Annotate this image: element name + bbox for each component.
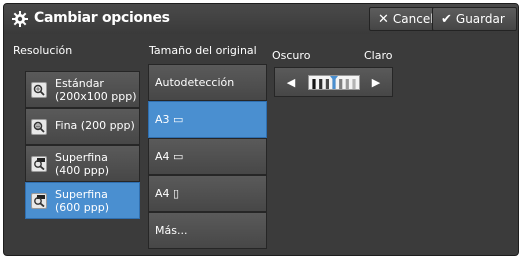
resolution-option-line1: Superfina bbox=[55, 188, 108, 201]
resolution-option-superfine-400[interactable]: Superfina (400 ppp) bbox=[25, 145, 140, 182]
arrow-left-icon: ◀ bbox=[286, 76, 296, 89]
density-lighter-button[interactable]: ▶ bbox=[360, 68, 392, 96]
original-size-option-label: Más... bbox=[155, 224, 188, 237]
dialog-title: Cambiar opciones bbox=[34, 10, 170, 26]
density-level-indicator bbox=[332, 79, 336, 89]
density-step bbox=[325, 79, 329, 89]
resolution-fine-icon bbox=[31, 119, 47, 135]
density-step bbox=[352, 79, 356, 89]
original-size-option-auto[interactable]: Autodetección bbox=[148, 64, 267, 101]
original-size-option-label: A4 ▯ bbox=[155, 187, 180, 200]
save-button[interactable]: ✔ Guardar bbox=[432, 7, 517, 31]
density-control: ◀ ▶ bbox=[274, 67, 393, 97]
density-darker-button[interactable]: ◀ bbox=[275, 68, 307, 96]
density-scale bbox=[308, 75, 360, 90]
change-options-dialog: Cambiar opciones ✕ Cancelar ✔ Guardar Re… bbox=[3, 3, 519, 256]
resolution-option-line1: Estándar bbox=[55, 77, 104, 90]
original-size-option-label: A3 ▭ bbox=[155, 113, 184, 126]
resolution-option-fine[interactable]: Fina (200 ppp) bbox=[25, 108, 140, 145]
resolution-option-line2: (200x100 ppp) bbox=[55, 90, 137, 103]
arrow-right-icon: ▶ bbox=[371, 76, 381, 89]
original-size-option-label: A4 ▭ bbox=[155, 150, 184, 163]
original-size-option-a4-landscape[interactable]: A4 ▭ bbox=[148, 138, 267, 175]
resolution-option-line2: (400 ppp) bbox=[55, 164, 110, 177]
density-light-label: Claro bbox=[364, 49, 393, 62]
resolution-option-line2: (600 ppp) bbox=[55, 201, 110, 214]
original-size-option-more[interactable]: Más... bbox=[148, 212, 267, 249]
density-step bbox=[319, 79, 323, 89]
gear-icon bbox=[12, 11, 28, 27]
density-step bbox=[312, 79, 316, 89]
resolution-standard-icon bbox=[31, 82, 47, 98]
resolution-option-line1: Superfina bbox=[55, 151, 108, 164]
save-label: Guardar bbox=[455, 12, 505, 26]
density-step bbox=[339, 79, 343, 89]
resolution-superfine-600-icon bbox=[31, 193, 47, 209]
density-dark-label: Oscuro bbox=[272, 49, 311, 62]
density-step bbox=[345, 79, 349, 89]
original-size-option-a3[interactable]: A3 ▭ bbox=[148, 101, 267, 138]
original-size-option-a4-portrait[interactable]: A4 ▯ bbox=[148, 175, 267, 212]
resolution-superfine-400-icon bbox=[31, 156, 47, 172]
title-bar: Cambiar opciones ✕ Cancelar ✔ Guardar bbox=[4, 4, 518, 34]
resolution-option-standard[interactable]: Estándar (200x100 ppp) bbox=[25, 71, 140, 108]
close-icon: ✕ bbox=[378, 11, 389, 27]
original-size-option-label: Autodetección bbox=[155, 76, 235, 89]
original-size-heading: Tamaño del original bbox=[149, 44, 257, 57]
checkmark-icon: ✔ bbox=[441, 11, 452, 27]
resolution-option-superfine-600[interactable]: Superfina (600 ppp) bbox=[25, 182, 140, 219]
resolution-heading: Resolución bbox=[13, 44, 73, 57]
resolution-option-line1: Fina (200 ppp) bbox=[55, 119, 135, 132]
